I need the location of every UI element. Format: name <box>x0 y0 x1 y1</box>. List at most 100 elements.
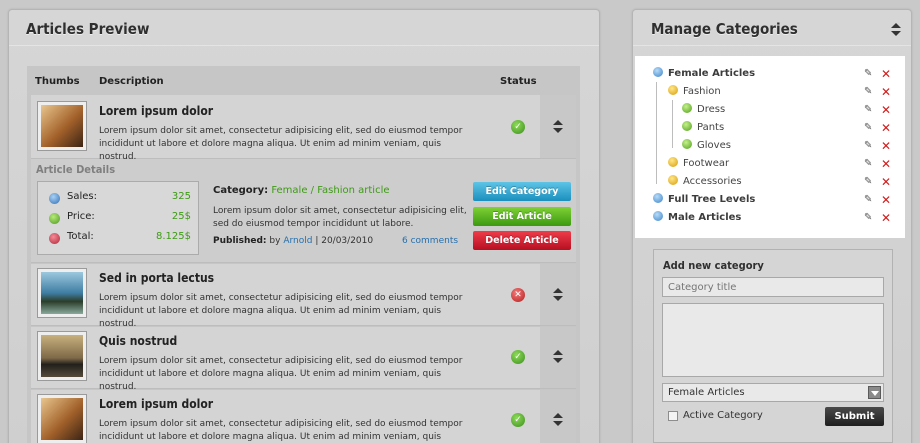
article-description-line: Lorem ipsum dolor sit amet, consectetur … <box>99 126 463 136</box>
active-category-checkbox[interactable] <box>668 411 678 421</box>
red-ball-icon <box>49 233 60 244</box>
author-link[interactable]: Arnold <box>283 236 312 246</box>
edit-article-button[interactable]: Edit Article <box>473 207 571 226</box>
article-thumbnail[interactable] <box>37 101 87 151</box>
table-row[interactable]: Sed in porta lectus Lorem ipsum dolor si… <box>31 264 576 329</box>
tree-connector <box>656 82 657 184</box>
article-title[interactable]: Lorem ipsum dolor <box>99 104 213 118</box>
edit-icon[interactable]: ✎ <box>864 104 874 116</box>
category-link[interactable]: Female / Fashion article <box>271 185 389 196</box>
delete-icon[interactable]: ✕ <box>881 86 891 98</box>
select-value: Female Articles <box>668 387 745 398</box>
published-date: | 20/03/2010 <box>315 236 374 246</box>
yellow-ball-icon <box>668 85 678 95</box>
category-item-pants[interactable]: Pants <box>682 120 724 136</box>
delete-icon[interactable]: ✕ <box>881 104 891 116</box>
stat-label-total: Total: <box>67 231 94 242</box>
submit-button[interactable]: Submit <box>825 407 884 426</box>
edit-icon[interactable]: ✎ <box>864 68 874 80</box>
add-category-form: Add new category Female Articles Active … <box>653 249 893 443</box>
category-label: Footwear <box>683 158 730 169</box>
article-details: Article Details Sales: 325 Price: 25$ To… <box>31 159 576 263</box>
category-label: Full Tree Levels <box>668 194 756 205</box>
green-ball-icon <box>49 213 60 224</box>
column-header-thumbs[interactable]: Thumbs <box>35 76 80 87</box>
category-item-male-articles[interactable]: Male Articles <box>653 210 741 226</box>
edit-icon[interactable]: ✎ <box>864 86 874 98</box>
article-thumbnail[interactable] <box>37 268 87 318</box>
active-category-label[interactable]: Active Category <box>683 410 763 421</box>
reorder-arrows-icon[interactable] <box>552 120 564 134</box>
blue-ball-icon <box>653 193 663 203</box>
article-title[interactable]: Sed in porta lectus <box>99 271 214 285</box>
comments-link[interactable]: 6 comments <box>402 236 458 246</box>
delete-icon[interactable]: ✕ <box>881 212 891 224</box>
delete-icon[interactable]: ✕ <box>881 140 891 152</box>
article-description: Lorem ipsum dolor sit amet, consectetur … <box>99 355 479 394</box>
category-item-gloves[interactable]: Gloves <box>682 138 731 154</box>
collapse-arrows-icon[interactable] <box>890 23 902 37</box>
green-ball-icon <box>682 139 692 149</box>
article-title[interactable]: Lorem ipsum dolor <box>99 397 213 411</box>
edit-icon[interactable]: ✎ <box>864 212 874 224</box>
table-row[interactable]: Lorem ipsum dolor Lorem ipsum dolor sit … <box>31 95 576 162</box>
category-item-dress[interactable]: Dress <box>682 102 725 118</box>
column-header-description[interactable]: Description <box>99 76 164 87</box>
articles-panel-divider <box>9 45 599 46</box>
category-label: Female Articles <box>668 68 756 79</box>
tree-connector <box>672 100 673 148</box>
delete-article-button[interactable]: Delete Article <box>473 231 571 250</box>
category-label: Male Articles <box>668 212 742 223</box>
edit-icon[interactable]: ✎ <box>864 140 874 152</box>
article-summary-line: Lorem ipsum dolor sit amet, consectetur … <box>213 206 467 216</box>
add-category-title: Add new category <box>663 259 764 272</box>
status-unpublished-icon[interactable]: ✕ <box>511 288 525 302</box>
category-item-female-articles[interactable]: Female Articles <box>653 66 755 82</box>
article-stats-box: Sales: 325 Price: 25$ Total: 8.125$ <box>37 181 199 255</box>
edit-icon[interactable]: ✎ <box>864 194 874 206</box>
category-tree: Female Articles Fashion Dress Pants Glov… <box>635 56 905 238</box>
edit-icon[interactable]: ✎ <box>864 158 874 170</box>
article-summary-line: sed do eiusmod tempor incididunt ut labo… <box>213 219 414 229</box>
reorder-arrows-icon[interactable] <box>552 413 564 427</box>
article-published-line: Published: by Arnold | 20/03/2010 <box>213 236 373 246</box>
article-description: Lorem ipsum dolor sit amet, consectetur … <box>99 418 479 443</box>
table-row[interactable]: Lorem ipsum dolor Lorem ipsum dolor sit … <box>31 390 576 443</box>
tree-sunset-photo <box>41 398 83 440</box>
article-category-line: Category: Female / Fashion article <box>213 185 390 196</box>
category-item-accessories[interactable]: Accessories <box>668 174 742 190</box>
delete-icon[interactable]: ✕ <box>881 176 891 188</box>
delete-icon[interactable]: ✕ <box>881 122 891 134</box>
reorder-arrows-icon[interactable] <box>552 350 564 364</box>
category-item-footwear[interactable]: Footwear <box>668 156 729 172</box>
green-ball-icon <box>682 103 692 113</box>
edit-category-button[interactable]: Edit Category <box>473 182 571 201</box>
article-thumbnail[interactable] <box>37 394 87 443</box>
tree-sunset-photo <box>41 105 83 147</box>
article-description-line: incididunt ut labore et dolore magna ali… <box>99 432 442 442</box>
column-header-status[interactable]: Status <box>500 76 537 87</box>
article-thumbnail[interactable] <box>37 331 87 381</box>
delete-icon[interactable]: ✕ <box>881 194 891 206</box>
yellow-ball-icon <box>668 175 678 185</box>
category-item-full-tree-levels[interactable]: Full Tree Levels <box>653 192 755 208</box>
article-title[interactable]: Quis nostrud <box>99 334 177 348</box>
category-label: Category: <box>213 185 269 196</box>
reorder-arrows-icon[interactable] <box>552 288 564 302</box>
city-skyline-photo <box>41 335 83 377</box>
status-published-icon[interactable]: ✓ <box>511 120 525 134</box>
status-published-icon[interactable]: ✓ <box>511 350 525 364</box>
edit-icon[interactable]: ✎ <box>864 122 874 134</box>
category-item-fashion[interactable]: Fashion <box>668 84 721 100</box>
table-row[interactable]: Quis nostrud Lorem ipsum dolor sit amet,… <box>31 327 576 392</box>
delete-icon[interactable]: ✕ <box>881 68 891 80</box>
dropdown-arrow-icon[interactable] <box>868 386 881 399</box>
status-published-icon[interactable]: ✓ <box>511 413 525 427</box>
categories-panel-divider <box>633 45 911 46</box>
parent-category-select[interactable]: Female Articles <box>662 383 884 402</box>
category-title-input[interactable] <box>662 277 884 297</box>
delete-icon[interactable]: ✕ <box>881 158 891 170</box>
edit-icon[interactable]: ✎ <box>864 176 874 188</box>
article-description: Lorem ipsum dolor sit amet, consectetur … <box>99 292 479 331</box>
category-description-textarea[interactable] <box>662 303 884 377</box>
